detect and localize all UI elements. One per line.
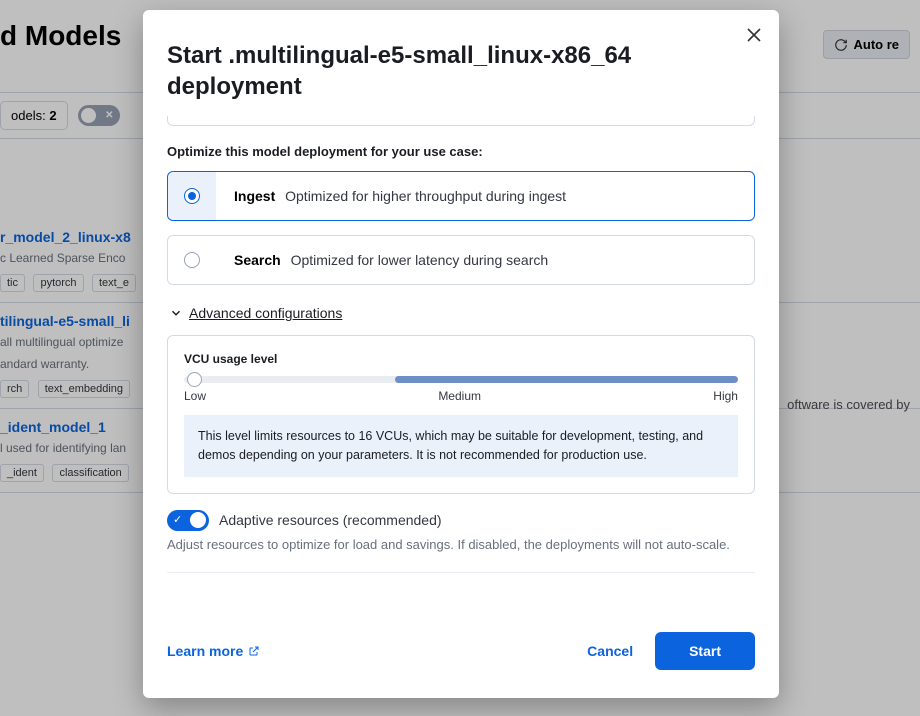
slider-thumb[interactable] [187, 372, 202, 387]
deployment-modal: Start .multilingual-e5-small_linux-x86_6… [143, 10, 779, 698]
radio-gutter [168, 236, 216, 284]
chevron-down-icon [169, 306, 183, 320]
learn-more-link[interactable]: Learn more [167, 643, 260, 659]
radio-desc: Optimized for higher throughput during i… [285, 188, 566, 204]
modal-body: Optimize this model deployment for your … [143, 116, 779, 632]
adaptive-label: Adaptive resources (recommended) [219, 512, 442, 528]
vcu-label: VCU usage level [184, 352, 738, 366]
close-button[interactable] [747, 28, 761, 47]
radio-title: Ingest [234, 188, 275, 204]
tick-high: High [713, 389, 738, 403]
radio-card-ingest[interactable]: Ingest Optimized for higher throughput d… [167, 171, 755, 221]
footer-actions: Cancel Start [583, 632, 755, 670]
adaptive-desc: Adjust resources to optimize for load an… [167, 537, 755, 552]
start-button[interactable]: Start [655, 632, 755, 670]
radio-unselected-icon [184, 252, 200, 268]
advanced-config-toggle[interactable]: Advanced configurations [169, 305, 342, 321]
slider-ticks: Low Medium High [184, 389, 738, 403]
close-icon [747, 28, 761, 42]
slider-fill [395, 376, 738, 383]
modal-title: Start .multilingual-e5-small_linux-x86_6… [167, 40, 755, 102]
cancel-button[interactable]: Cancel [583, 635, 637, 667]
radio-title: Search [234, 252, 281, 268]
modal-footer: Learn more Cancel Start [143, 632, 779, 698]
check-icon: ✓ [173, 513, 182, 526]
vcu-note: This level limits resources to 16 VCUs, … [184, 415, 738, 477]
optimize-label: Optimize this model deployment for your … [167, 144, 755, 159]
modal-header: Start .multilingual-e5-small_linux-x86_6… [143, 10, 779, 116]
truncated-input-box [167, 116, 755, 126]
divider [167, 572, 755, 573]
tick-low: Low [184, 389, 206, 403]
adaptive-switch[interactable]: ✓ [167, 510, 209, 531]
radio-text: Ingest Optimized for higher throughput d… [234, 188, 566, 204]
radio-card-search[interactable]: Search Optimized for lower latency durin… [167, 235, 755, 285]
external-link-icon [248, 645, 260, 657]
radio-gutter [168, 172, 216, 220]
tick-medium: Medium [438, 389, 481, 403]
radio-desc: Optimized for lower latency during searc… [291, 252, 549, 268]
radio-selected-icon [184, 188, 200, 204]
adaptive-switch-row: ✓ Adaptive resources (recommended) [167, 510, 755, 531]
vcu-slider[interactable] [184, 376, 738, 383]
advanced-panel: VCU usage level Low Medium High This lev… [167, 335, 755, 494]
radio-text: Search Optimized for lower latency durin… [234, 252, 548, 268]
